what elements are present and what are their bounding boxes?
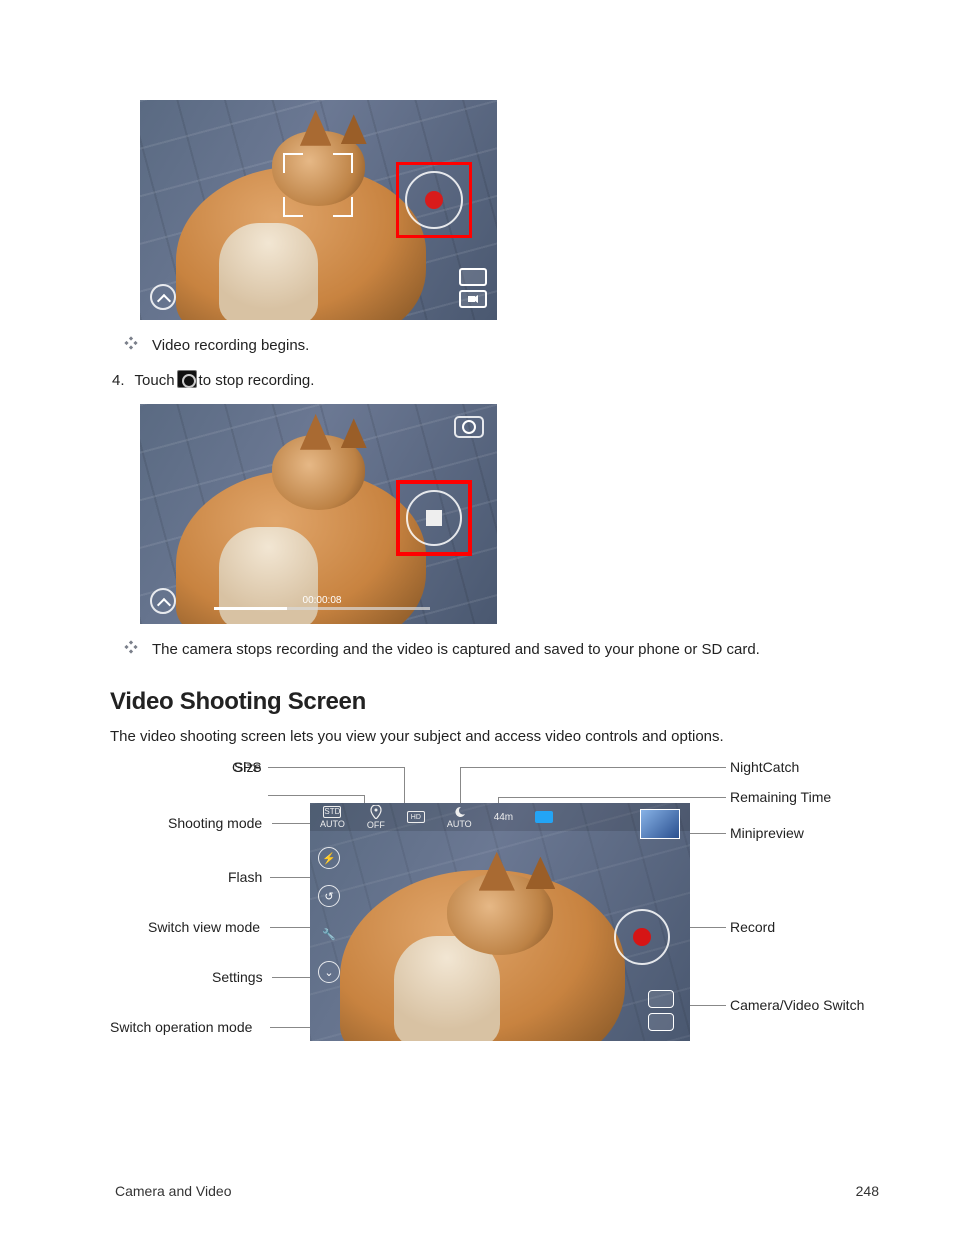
camera-mode-icon[interactable] <box>648 990 674 1008</box>
label-shooting-mode: Shooting mode <box>168 815 262 831</box>
bullet-text: The camera stops recording and the video… <box>152 641 760 658</box>
remaining-time-value: 44m <box>494 812 513 823</box>
section-intro: The video shooting screen lets you view … <box>110 728 879 745</box>
video-mode-icon[interactable] <box>648 1013 674 1031</box>
camera-topbar: STDAUTO OFF AUTO 44m <box>310 803 690 831</box>
record-button[interactable] <box>614 909 670 965</box>
recording-timer: 00:00:08 <box>303 595 342 606</box>
video-record-start-screenshot <box>140 100 497 320</box>
label-cam-video-switch: Camera/Video Switch <box>730 997 864 1013</box>
footer-page: 248 <box>856 1183 879 1199</box>
label-switch-op: Switch operation mode <box>110 1019 252 1035</box>
nightcatch-icon[interactable]: AUTO <box>447 806 472 829</box>
page-footer: Camera and Video 248 <box>115 1183 879 1199</box>
stop-button-highlight <box>396 480 472 556</box>
record-button[interactable] <box>405 171 463 229</box>
minipreview-thumbnail[interactable] <box>640 809 680 839</box>
shooting-mode-icon[interactable]: STDAUTO <box>320 806 345 829</box>
label-settings: Settings <box>212 969 263 985</box>
step-number: 4. <box>112 372 125 389</box>
step-text-after: to stop recording. <box>199 372 315 389</box>
label-minipreview: Minipreview <box>730 825 804 841</box>
diamond-bullet-icon <box>122 638 140 660</box>
footer-section: Camera and Video <box>115 1183 231 1199</box>
gps-icon[interactable]: OFF <box>367 805 385 830</box>
diamond-bullet-icon <box>122 334 140 356</box>
video-mode-icon[interactable] <box>459 290 487 308</box>
bullet-begins: Video recording begins. <box>122 334 879 356</box>
record-button-highlight <box>396 162 472 238</box>
camera-capture-icon[interactable] <box>454 416 484 438</box>
bullet-text: Video recording begins. <box>152 337 309 354</box>
recording-timeline: 00:00:08 <box>214 598 430 612</box>
switch-view-icon[interactable]: ↺ <box>318 885 340 907</box>
stop-button[interactable] <box>406 490 462 546</box>
chevron-up-icon[interactable] <box>150 284 176 310</box>
size-icon[interactable] <box>407 811 425 823</box>
label-switch-view: Switch view mode <box>148 919 260 935</box>
stop-icon <box>177 370 197 388</box>
label-gps: GPS <box>232 759 262 775</box>
video-record-stop-screenshot: 00:00:08 <box>140 404 497 624</box>
switch-operation-icon[interactable]: ⌄ <box>318 961 340 983</box>
label-remaining-time: Remaining Time <box>730 789 831 805</box>
settings-icon[interactable]: 🔧 <box>318 923 340 945</box>
chevron-up-icon[interactable] <box>150 588 176 614</box>
step-4: 4. Touch to stop recording. <box>112 370 879 390</box>
annotated-screenshot: STDAUTO OFF AUTO 44m ⚡ ↺ 🔧 ⌄ <box>310 803 690 1041</box>
video-shooting-screen-diagram: Size GPS Shooting mode Flash Switch view… <box>110 759 876 1059</box>
step-text-before: Touch <box>135 372 175 389</box>
bullet-stops: The camera stops recording and the video… <box>122 638 879 660</box>
camera-video-switch[interactable] <box>648 990 674 1031</box>
section-heading: Video Shooting Screen <box>110 688 879 716</box>
battery-icon <box>535 811 553 823</box>
focus-indicator <box>283 153 353 217</box>
flash-icon[interactable]: ⚡ <box>318 847 340 869</box>
label-record: Record <box>730 919 775 935</box>
label-flash: Flash <box>228 869 262 885</box>
label-nightcatch: NightCatch <box>730 759 799 775</box>
mode-switch-buttons <box>459 268 487 312</box>
camera-mode-icon[interactable] <box>459 268 487 286</box>
